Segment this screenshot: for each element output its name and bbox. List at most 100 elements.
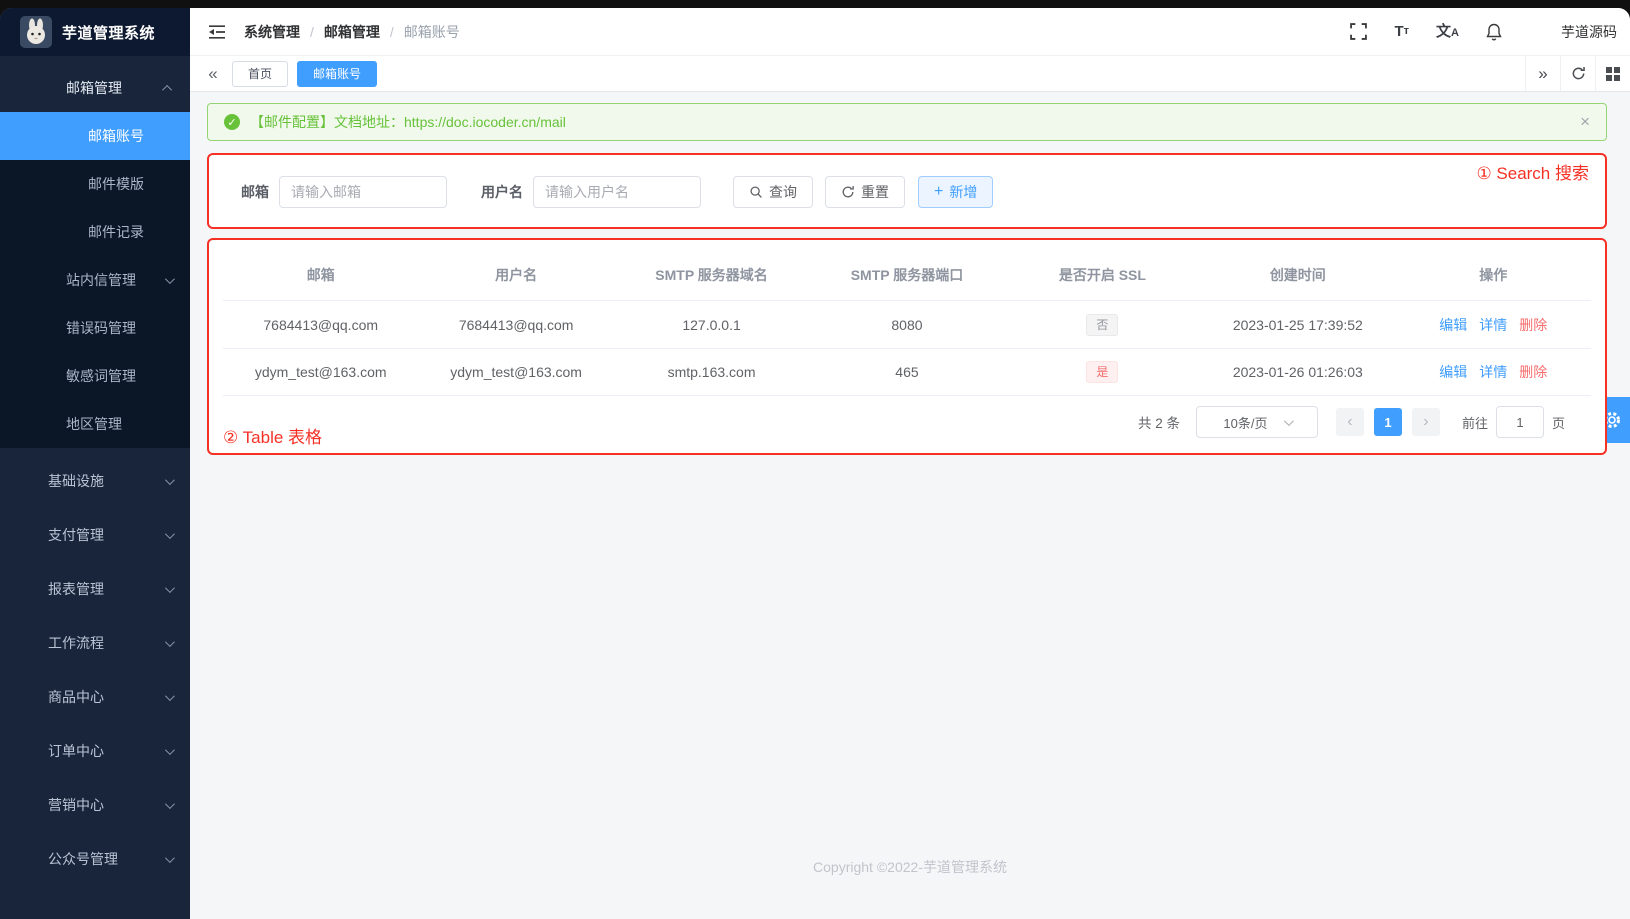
sidebar-item-label: 订单中心 xyxy=(48,741,104,761)
cell-actions: 编辑 详情 删除 xyxy=(1396,362,1591,382)
sidebar-item-label: 支付管理 xyxy=(48,525,104,545)
sidebar-item-label: 报表管理 xyxy=(48,579,104,599)
annotation-search-label: ① Search 搜索 xyxy=(1476,159,1589,184)
sidebar-item-error-code[interactable]: 错误码管理 xyxy=(0,304,190,352)
sidebar-item-report[interactable]: 报表管理 xyxy=(0,562,190,616)
app-title: 芋道管理系统 xyxy=(62,22,155,43)
add-button-label: 新增 xyxy=(949,182,977,202)
cell-username: 7684413@qq.com xyxy=(418,317,613,333)
table-row: 7684413@qq.com 7684413@qq.com 127.0.0.1 … xyxy=(223,300,1591,348)
mail-input[interactable] xyxy=(279,176,447,208)
cell-create-time: 2023-01-26 01:26:03 xyxy=(1200,364,1395,380)
sidebar-item-order-center[interactable]: 订单中心 xyxy=(0,724,190,778)
cell-mail: ydym_test@163.com xyxy=(223,364,418,380)
chevron-down-icon xyxy=(165,583,175,593)
language-a: A xyxy=(1451,28,1459,39)
layout-grid-icon[interactable] xyxy=(1595,56,1630,91)
header-ssl: 是否开启 SSL xyxy=(1005,265,1200,285)
chevron-up-icon xyxy=(162,84,172,94)
delete-link[interactable]: 删除 xyxy=(1519,315,1547,335)
sidebar-item-notify-management[interactable]: 站内信管理 xyxy=(0,256,190,304)
goto-page-input[interactable] xyxy=(1496,406,1544,438)
table-header-row: 邮箱 用户名 SMTP 服务器域名 SMTP 服务器端口 是否开启 SSL 创建… xyxy=(223,250,1591,300)
tabbar-tools: » xyxy=(1525,56,1630,91)
sidebar-item-mail-template[interactable]: 邮件模版 xyxy=(0,160,190,208)
chevron-down-icon xyxy=(165,529,175,539)
sidebar-item-workflow[interactable]: 工作流程 xyxy=(0,616,190,670)
chevron-down-icon xyxy=(1283,416,1293,426)
menu-fold-icon[interactable] xyxy=(200,24,234,40)
sidebar-item-label: 敏感词管理 xyxy=(66,366,136,386)
sidebar-item-label: 基础设施 xyxy=(48,471,104,491)
detail-link[interactable]: 详情 xyxy=(1479,362,1507,382)
pagination: 共 2 条 10条/页 ‹ 1 › 前往 页 xyxy=(223,406,1591,438)
font-size-icon[interactable]: Tт xyxy=(1394,24,1409,39)
prev-page-button[interactable]: ‹ xyxy=(1336,408,1364,436)
cell-smtp-host: smtp.163.com xyxy=(614,364,809,380)
cell-create-time: 2023-01-25 17:39:52 xyxy=(1200,317,1395,333)
page-content: ✓ 【邮件配置】文档地址：https://doc.iocoder.cn/mail… xyxy=(190,92,1630,919)
sidebar-item-payment[interactable]: 支付管理 xyxy=(0,508,190,562)
detail-link[interactable]: 详情 xyxy=(1479,315,1507,335)
username-label: 用户名 xyxy=(481,182,523,202)
current-page-button[interactable]: 1 xyxy=(1374,408,1402,436)
tab-mail-account[interactable]: 邮箱账号 xyxy=(297,61,377,87)
chevron-down-icon xyxy=(165,274,175,284)
sidebar-item-label: 工作流程 xyxy=(48,633,104,653)
sidebar-item-label: 站内信管理 xyxy=(66,270,136,290)
header-mail: 邮箱 xyxy=(223,265,418,285)
breadcrumb-mail[interactable]: 邮箱管理 xyxy=(324,22,380,42)
reset-icon xyxy=(841,185,855,199)
sidebar-item-marketing-center[interactable]: 营销中心 xyxy=(0,778,190,832)
header-create-time: 创建时间 xyxy=(1200,265,1395,285)
reset-button-label: 重置 xyxy=(861,182,889,202)
annotation-table-label: ② Table 表格 xyxy=(223,423,322,448)
tabs-scroll-right-icon[interactable]: » xyxy=(1525,56,1560,91)
sidebar-item-mail-management[interactable]: 邮箱管理 xyxy=(0,64,190,112)
header-actions: 操作 xyxy=(1396,265,1591,285)
sidebar-item-infrastructure[interactable]: 基础设施 xyxy=(0,454,190,508)
edit-link[interactable]: 编辑 xyxy=(1439,315,1467,335)
username-input[interactable] xyxy=(533,176,701,208)
success-check-icon: ✓ xyxy=(224,114,240,130)
chevron-down-icon xyxy=(165,799,175,809)
breadcrumb-current: 邮箱账号 xyxy=(404,22,460,42)
sidebar-item-mail-log[interactable]: 邮件记录 xyxy=(0,208,190,256)
fullscreen-icon[interactable] xyxy=(1350,23,1367,40)
sidebar-item-mail-account[interactable]: 邮箱账号 xyxy=(0,112,190,160)
sidebar-item-label: 邮箱账号 xyxy=(88,126,144,146)
sidebar-item-product-center[interactable]: 商品中心 xyxy=(0,670,190,724)
refresh-icon[interactable] xyxy=(1560,56,1595,91)
edit-link[interactable]: 编辑 xyxy=(1439,362,1467,382)
tags-view-bar: « 首页 邮箱账号 » xyxy=(190,56,1630,92)
delete-link[interactable]: 删除 xyxy=(1519,362,1547,382)
sidebar-item-label: 邮件记录 xyxy=(88,222,144,242)
top-navbar: 系统管理 / 邮箱管理 / 邮箱账号 Tт 文A 芋道源码 xyxy=(190,8,1630,56)
main-area: 系统管理 / 邮箱管理 / 邮箱账号 Tт 文A 芋道源码 « xyxy=(190,8,1630,919)
add-button[interactable]: + 新增 xyxy=(918,176,993,208)
query-button[interactable]: 查询 xyxy=(733,176,813,208)
tabs-scroll-left-icon[interactable]: « xyxy=(200,64,226,84)
alert-close-icon[interactable]: × xyxy=(1580,112,1590,132)
sidebar-item-sensitive-word[interactable]: 敏感词管理 xyxy=(0,352,190,400)
logo-row: 芋道管理系统 xyxy=(0,8,190,56)
font-size-small: т xyxy=(1404,26,1409,37)
sidebar-item-area[interactable]: 地区管理 xyxy=(0,400,190,448)
reset-button[interactable]: 重置 xyxy=(825,176,905,208)
sidebar-item-official-account[interactable]: 公众号管理 xyxy=(0,832,190,886)
cell-mail: 7684413@qq.com xyxy=(223,317,418,333)
sidebar-item-label: 邮箱管理 xyxy=(66,78,122,98)
goto-unit: 页 xyxy=(1552,413,1565,432)
breadcrumb-separator: / xyxy=(390,24,394,40)
brand-link[interactable]: 芋道源码 xyxy=(1561,22,1617,42)
page-size-select[interactable]: 10条/页 xyxy=(1196,406,1318,438)
table-region: ② Table 表格 邮箱 用户名 SMTP 服务器域名 SMTP 服务器端口 … xyxy=(207,238,1607,455)
ssl-tag-yes: 是 xyxy=(1086,361,1118,383)
tab-home[interactable]: 首页 xyxy=(232,61,288,87)
language-icon[interactable]: 文A xyxy=(1436,24,1459,39)
next-page-button[interactable]: › xyxy=(1412,408,1440,436)
notification-bell-icon[interactable] xyxy=(1486,23,1502,41)
breadcrumb-system[interactable]: 系统管理 xyxy=(244,22,300,42)
header-smtp-host: SMTP 服务器域名 xyxy=(614,265,809,285)
cell-smtp-port: 465 xyxy=(809,364,1004,380)
